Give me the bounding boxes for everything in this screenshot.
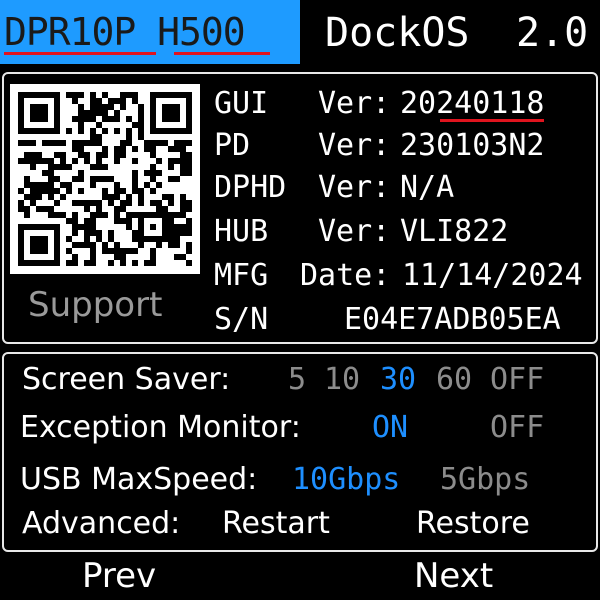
restart-button[interactable]: Restart (222, 506, 330, 542)
info-name-mfg: MFG (214, 258, 269, 293)
device-model-bar: DPR10P H500 (0, 0, 300, 64)
os-name: DockOS (325, 10, 470, 56)
screen-saver-option-10[interactable]: 10 (324, 362, 360, 398)
info-name-gui: GUI (214, 86, 269, 121)
model-part1-underline (4, 52, 156, 55)
qr-code-icon[interactable] (10, 84, 200, 274)
model-part2: H500 (157, 10, 246, 54)
info-label-dphd: Ver: (318, 170, 391, 205)
advanced-label: Advanced: (22, 506, 181, 541)
screen-saver-option-60[interactable]: 60 (436, 362, 472, 398)
info-label-pd: Ver: (318, 128, 391, 163)
info-name-pd: PD (214, 128, 251, 163)
info-value-mfg: 11/14/2024 (402, 258, 583, 293)
info-name-hub: HUB (214, 214, 269, 249)
info-label-gui: Ver: (318, 86, 391, 121)
info-label-hub: Ver: (318, 214, 391, 249)
usb-maxspeed-label: USB MaxSpeed: (20, 462, 258, 497)
usb-speed-option-5gbps[interactable]: 5Gbps (440, 462, 530, 498)
info-name-dphd: DPHD (214, 170, 287, 205)
gui-version-underline (440, 119, 544, 122)
os-version: 2.0 (516, 10, 589, 56)
exception-monitor-label: Exception Monitor: (20, 410, 301, 445)
model-part1: DPR10P (4, 10, 136, 54)
info-label-mfg: Date: (300, 258, 391, 293)
screen-saver-option-30[interactable]: 30 (380, 362, 416, 398)
info-value-sn: E04E7ADB05EA (344, 302, 561, 337)
support-label: Support (28, 285, 163, 325)
screen-saver-label: Screen Saver: (22, 362, 231, 397)
exception-monitor-option-off[interactable]: OFF (490, 410, 544, 446)
model-part2-underline (174, 52, 270, 55)
exception-monitor-option-on[interactable]: ON (372, 410, 408, 446)
screen-saver-option-5[interactable]: 5 (288, 362, 306, 398)
restore-button[interactable]: Restore (416, 506, 530, 542)
info-value-pd: 230103N2 (400, 128, 545, 163)
info-value-dphd: N/A (400, 170, 455, 205)
screen-saver-option-off[interactable]: OFF (490, 362, 544, 398)
usb-speed-option-10gbps[interactable]: 10Gbps (292, 462, 400, 498)
info-value-hub: VLI822 (400, 214, 509, 249)
prev-button[interactable]: Prev (82, 554, 156, 598)
info-name-sn: S/N (214, 302, 269, 337)
info-value-gui: 20240118 (400, 86, 545, 121)
device-model-name: DPR10P H500 (4, 8, 246, 56)
next-button[interactable]: Next (414, 554, 493, 598)
